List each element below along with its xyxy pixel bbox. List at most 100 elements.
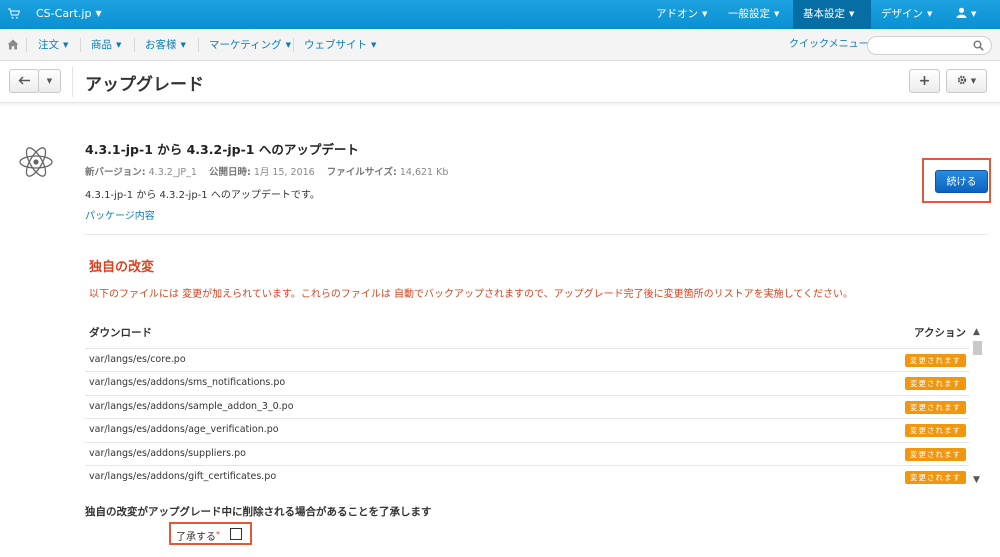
page-header: ▼ アップグレード + ▼	[0, 61, 1000, 103]
file-path: var/langs/es/addons/sample_addon_3_0.po	[89, 401, 294, 412]
acknowledge-highlight: 了承する*	[169, 522, 252, 545]
scroll-down-icon[interactable]: ▼	[973, 475, 980, 485]
chevron-down-icon: ▼	[970, 77, 977, 85]
nav-customers[interactable]: お客様 ▼	[145, 29, 186, 61]
file-size-value: 14,621 Kb	[399, 167, 449, 178]
status-badge: 変更されます	[905, 448, 966, 461]
scroll-up-icon[interactable]: ▲	[973, 327, 980, 337]
required-mark: *	[216, 530, 220, 539]
file-path: var/langs/es/addons/suppliers.po	[89, 448, 246, 459]
nav-marketing-label: マーケティング	[209, 39, 282, 51]
menu-basic-settings-label: 基本設定	[803, 8, 845, 20]
chevron-down-icon: ▼	[285, 41, 292, 49]
chevron-down-icon: ▼	[927, 10, 933, 18]
chevron-down-icon: ▼	[116, 41, 122, 49]
atom-icon	[19, 147, 53, 177]
nav-divider	[293, 38, 294, 52]
nav-divider	[80, 38, 81, 52]
plus-icon: +	[918, 73, 931, 89]
quick-menu-link[interactable]: クイックメニュー	[789, 29, 869, 61]
nav-divider	[26, 38, 27, 52]
nav-products-label: 商品	[91, 39, 112, 51]
file-size-label: ファイルサイズ:	[326, 167, 397, 178]
cart-icon[interactable]	[8, 8, 20, 20]
acknowledge-label: 了承する*	[176, 528, 220, 543]
store-name: CS-Cart.jp	[36, 7, 92, 20]
search-icon[interactable]	[973, 40, 984, 51]
settings-dropdown[interactable]: ▼	[946, 69, 987, 93]
chevron-down-icon: ▼	[702, 10, 708, 18]
continue-button[interactable]: 続ける	[935, 170, 988, 193]
file-path: var/langs/es/core.po	[89, 354, 186, 365]
package-contents-link[interactable]: パッケージ内容	[85, 207, 155, 222]
menu-basic-settings[interactable]: 基本設定 ▼	[793, 0, 871, 29]
chevron-down-icon: ▼	[180, 41, 186, 49]
search-input[interactable]	[867, 36, 992, 55]
gear-icon	[957, 75, 966, 85]
page-title: アップグレード	[85, 75, 204, 95]
chevron-down-icon: ▼	[46, 77, 53, 85]
nav-products[interactable]: 商品 ▼	[91, 29, 121, 61]
acknowledge-checkbox[interactable]	[230, 528, 242, 540]
menu-general-settings[interactable]: 一般設定 ▼	[718, 0, 789, 29]
custom-changes-title: 独自の改変	[89, 260, 155, 275]
column-header-action: アクション	[914, 327, 966, 339]
chevron-down-icon: ▼	[371, 41, 377, 49]
table-row: var/langs/es/addons/suppliers.po 変更されます	[85, 442, 969, 465]
nav-website[interactable]: ウェブサイト ▼	[304, 29, 376, 61]
nav-orders[interactable]: 注文 ▼	[38, 29, 68, 61]
home-icon[interactable]	[7, 39, 19, 50]
scrollbar-thumb[interactable]	[973, 341, 982, 355]
chevron-down-icon: ▼	[63, 41, 69, 49]
file-path: var/langs/es/addons/gift_certificates.po	[89, 471, 277, 482]
custom-changes-description: 以下のファイルには 変更が加えられています。これらのファイルは 自動でバックアッ…	[89, 289, 854, 300]
new-version-value: 4.3.2_JP_1	[148, 167, 197, 178]
continue-highlight: 続ける	[922, 158, 991, 203]
file-path: var/langs/es/addons/age_verification.po	[89, 424, 279, 435]
nav-website-label: ウェブサイト	[304, 39, 367, 51]
nav-marketing[interactable]: マーケティング ▼	[209, 29, 291, 61]
chevron-down-icon: ▼	[95, 9, 102, 18]
release-date-value: 1月 15, 2016	[253, 167, 315, 178]
new-version-label: 新バージョン:	[85, 167, 146, 178]
store-switcher[interactable]: CS-Cart.jp ▼	[36, 7, 102, 20]
back-history-dropdown[interactable]: ▼	[38, 69, 61, 93]
nav-divider	[198, 38, 199, 52]
file-path: var/langs/es/addons/sms_notifications.po	[89, 377, 286, 388]
add-button[interactable]: +	[909, 69, 940, 93]
nav-orders-label: 注文	[38, 39, 59, 51]
user-icon	[956, 7, 967, 18]
status-badge: 変更されます	[905, 377, 966, 390]
update-description: 4.3.1-jp-1 から 4.3.2-jp-1 へのアップデートです。	[85, 190, 320, 201]
table-row: var/langs/es/core.po 変更されます	[85, 348, 969, 371]
chevron-down-icon: ▼	[774, 10, 780, 18]
table-scrollbar[interactable]: ▲ ▼	[971, 327, 985, 487]
status-badge: 変更されます	[905, 424, 966, 437]
back-arrow-icon	[18, 76, 30, 85]
chevron-down-icon: ▼	[971, 10, 977, 18]
column-header-download: ダウンロード	[89, 327, 152, 339]
menu-design-label: デザイン	[881, 8, 923, 20]
update-meta: 新バージョン: 4.3.2_JP_1 公開日時: 1月 15, 2016 ファイ…	[85, 164, 448, 178]
section-divider	[85, 234, 987, 235]
status-badge: 変更されます	[905, 401, 966, 414]
menu-design[interactable]: デザイン ▼	[871, 0, 942, 29]
release-date-label: 公開日時:	[208, 167, 251, 178]
acknowledge-text: 独自の改変がアップグレード中に削除される場合があることを了承します	[85, 506, 432, 518]
chevron-down-icon: ▼	[849, 10, 855, 18]
status-badge: 変更されます	[905, 354, 966, 367]
menu-addons-label: アドオン	[656, 8, 698, 20]
status-badge: 変更されます	[905, 471, 966, 484]
acknowledge-label-text: 了承する	[176, 532, 216, 543]
table-row: var/langs/es/addons/sample_addon_3_0.po …	[85, 395, 969, 418]
table-row: var/langs/es/addons/sms_notifications.po…	[85, 371, 969, 394]
table-row: var/langs/es/addons/age_verification.po …	[85, 418, 969, 441]
nav-divider	[134, 38, 135, 52]
menu-addons[interactable]: アドオン ▼	[646, 0, 717, 29]
main-nav: 注文 ▼ 商品 ▼ お客様 ▼ マーケティング ▼ ウェブサイト ▼ クイックメニュー	[0, 29, 1000, 61]
header-divider	[72, 67, 73, 97]
menu-general-settings-label: 一般設定	[728, 8, 770, 20]
user-menu[interactable]: ▼	[946, 0, 986, 29]
back-button[interactable]	[9, 69, 39, 93]
table-row: var/langs/es/addons/gift_certificates.po…	[85, 465, 969, 488]
